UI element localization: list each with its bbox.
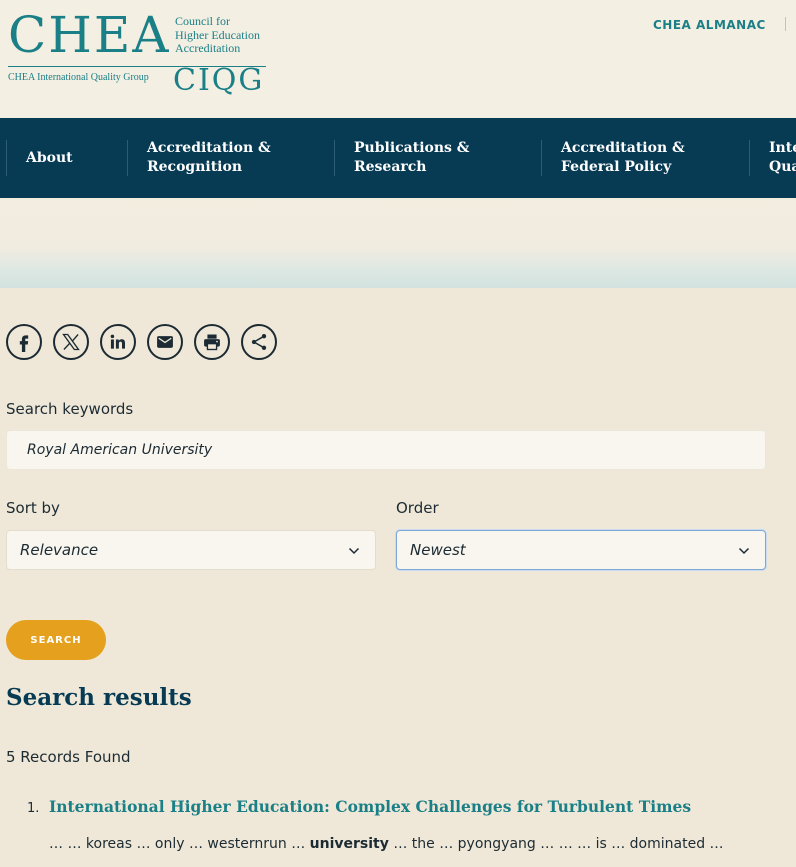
nav-item-label: Accreditation & Federal Policy xyxy=(561,140,685,175)
share-bar xyxy=(6,324,277,360)
logo-intl-text: CHEA International Quality Group xyxy=(8,72,149,83)
chea-ciqg-logo[interactable]: CHEA Council for Higher Education Accred… xyxy=(8,10,272,100)
share-icon xyxy=(251,334,267,350)
nav-divider xyxy=(127,140,128,176)
logo-council-line2: Higher Education xyxy=(175,27,260,42)
nav-item-international-quality[interactable]: Inte Qua xyxy=(769,118,796,198)
share-print-button[interactable] xyxy=(194,324,230,360)
chea-almanac-link[interactable]: CHEA ALMANAC xyxy=(653,18,766,32)
chevron-down-icon xyxy=(348,547,360,555)
search-results-heading: Search results xyxy=(6,684,192,711)
nav-item-label: Inte Qua xyxy=(769,140,796,175)
main-nav: About Accreditation & Recognition Public… xyxy=(0,118,796,198)
result-title-link[interactable]: International Higher Education: Complex … xyxy=(49,797,691,816)
logo-chea-wordmark: CHEA xyxy=(8,6,171,64)
share-linkedin-button[interactable] xyxy=(100,324,136,360)
snippet-text: … the … pyongyang … … … is … dominated … xyxy=(388,836,724,852)
nav-item-label: Accreditation & Recognition xyxy=(147,140,271,175)
logo-council-text: Council for Higher Education Accreditati… xyxy=(175,14,260,56)
sort-by-select[interactable]: Relevance xyxy=(6,530,376,570)
snippet-highlight: university xyxy=(309,836,389,852)
page-banner xyxy=(0,198,796,288)
nav-divider xyxy=(6,140,7,176)
share-x-button[interactable] xyxy=(53,324,89,360)
records-count: 5 Records Found xyxy=(6,748,131,766)
chevron-down-icon xyxy=(738,547,750,555)
site-header: CHEA Council for Higher Education Accred… xyxy=(0,0,796,118)
logo-council-line1: Council for xyxy=(175,14,230,28)
facebook-icon xyxy=(19,335,29,352)
sort-by-value: Relevance xyxy=(20,541,99,559)
nav-divider xyxy=(541,140,542,176)
x-icon xyxy=(62,333,80,351)
nav-item-about[interactable]: About xyxy=(26,118,73,198)
share-email-button[interactable] xyxy=(147,324,183,360)
sort-by-label: Sort by xyxy=(6,499,60,517)
keywords-label: Search keywords xyxy=(6,400,134,418)
search-button[interactable]: SEARCH xyxy=(6,620,106,660)
nav-item-accreditation-recognition[interactable]: Accreditation & Recognition xyxy=(147,118,271,198)
snippet-text: … … koreas … only … westernrun … xyxy=(49,836,310,852)
utility-divider xyxy=(785,17,786,31)
nav-item-publications-research[interactable]: Publications & Research xyxy=(354,118,469,198)
nav-item-accreditation-federal-policy[interactable]: Accreditation & Federal Policy xyxy=(561,118,685,198)
search-keywords-value: Royal American University xyxy=(27,442,213,458)
nav-divider xyxy=(749,140,750,176)
linkedin-icon xyxy=(110,334,125,349)
order-label: Order xyxy=(396,499,439,517)
logo-council-line3: Accreditation xyxy=(175,41,241,55)
print-icon xyxy=(204,334,220,351)
email-icon xyxy=(157,336,173,348)
logo-ciqg-wordmark: CIQG xyxy=(173,63,265,98)
result-number: 1. xyxy=(27,801,40,816)
search-keywords-input[interactable]: Royal American University xyxy=(6,430,766,470)
order-select[interactable]: Newest xyxy=(396,530,766,570)
nav-item-label: Publications & Research xyxy=(354,140,470,175)
result-snippet: … … koreas … only … westernrun … univers… xyxy=(49,836,724,852)
share-more-button[interactable] xyxy=(241,324,277,360)
order-value: Newest xyxy=(410,541,466,559)
share-facebook-button[interactable] xyxy=(6,324,42,360)
nav-divider xyxy=(334,140,335,176)
nav-item-label: About xyxy=(26,149,73,166)
